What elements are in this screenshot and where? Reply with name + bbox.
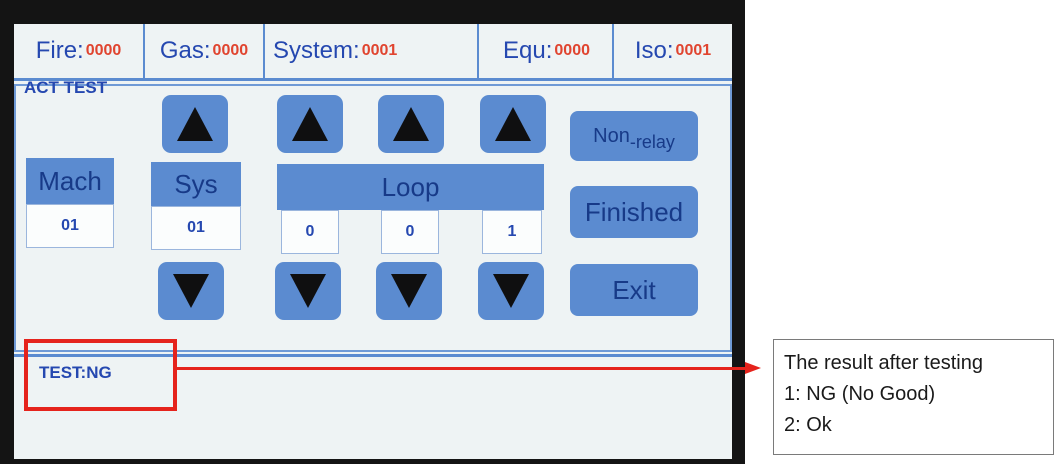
loop-header: Loop [277,164,544,210]
note-line-2: 1: NG (No Good) [784,383,936,405]
loop-digit2-up-button[interactable] [378,95,444,153]
arrow-up-icon [495,107,531,141]
sys-value[interactable]: 01 [151,206,241,250]
fire-value: 0000 [85,42,122,59]
system-value: 0001 [361,42,398,59]
arrow-down-icon [173,274,209,308]
gas-label: Gas: [159,37,211,64]
mach-header: Mach [26,158,114,204]
loop-digit1-up-button[interactable] [277,95,343,153]
equ-counter: Equ: 0000 [481,24,614,78]
status-bar: Fire: 0000 Gas: 0000 System: 0001 Equ: 0… [14,24,732,81]
callout-note: The result after testing 1: NG (No Good)… [773,339,1054,455]
system-label: System: [273,37,360,64]
fire-label: Fire: [35,37,84,64]
loop-digit2-down-button[interactable] [376,262,442,320]
loop-digit3-value[interactable]: 1 [482,210,542,254]
equ-value: 0000 [554,42,590,59]
arrow-up-icon [393,107,429,141]
equ-label: Equ: [503,37,553,64]
loop-digit2-value[interactable]: 0 [381,210,439,254]
sys-down-button[interactable] [158,262,224,320]
mach-value[interactable]: 01 [26,204,114,248]
arrow-up-icon [177,107,213,141]
note-line-3: 2: Ok [784,414,832,436]
system-counter: System: 0001 [265,24,479,78]
iso-counter: Iso: 0001 [614,24,732,78]
iso-label: Iso: [634,37,674,64]
fire-counter: Fire: 0000 [14,24,145,78]
gas-counter: Gas: 0000 [145,24,265,78]
finished-button[interactable]: Finished [570,186,698,238]
arrow-down-icon [391,274,427,308]
non-relay-button[interactable]: Non -relay [570,111,698,161]
arrow-down-icon [493,274,529,308]
non-relay-sublabel: -relay [629,131,675,152]
loop-digit1-down-button[interactable] [275,262,341,320]
sys-header: Sys [151,162,241,206]
gas-value: 0000 [212,42,249,59]
exit-button[interactable]: Exit [570,264,698,316]
arrow-up-icon [292,107,328,141]
arrow-down-icon [290,274,326,308]
loop-digit3-up-button[interactable] [480,95,546,153]
callout-line [177,367,747,370]
loop-digit1-value[interactable]: 0 [281,210,339,254]
note-line-1: The result after testing [784,352,983,374]
loop-digit3-down-button[interactable] [478,262,544,320]
non-relay-label: Non [593,124,630,147]
callout-highlight-box [24,339,177,411]
sys-up-button[interactable] [162,95,228,153]
iso-value: 0001 [675,42,712,59]
callout-arrow-icon [745,362,761,374]
mode-title: ACT TEST [24,78,108,97]
